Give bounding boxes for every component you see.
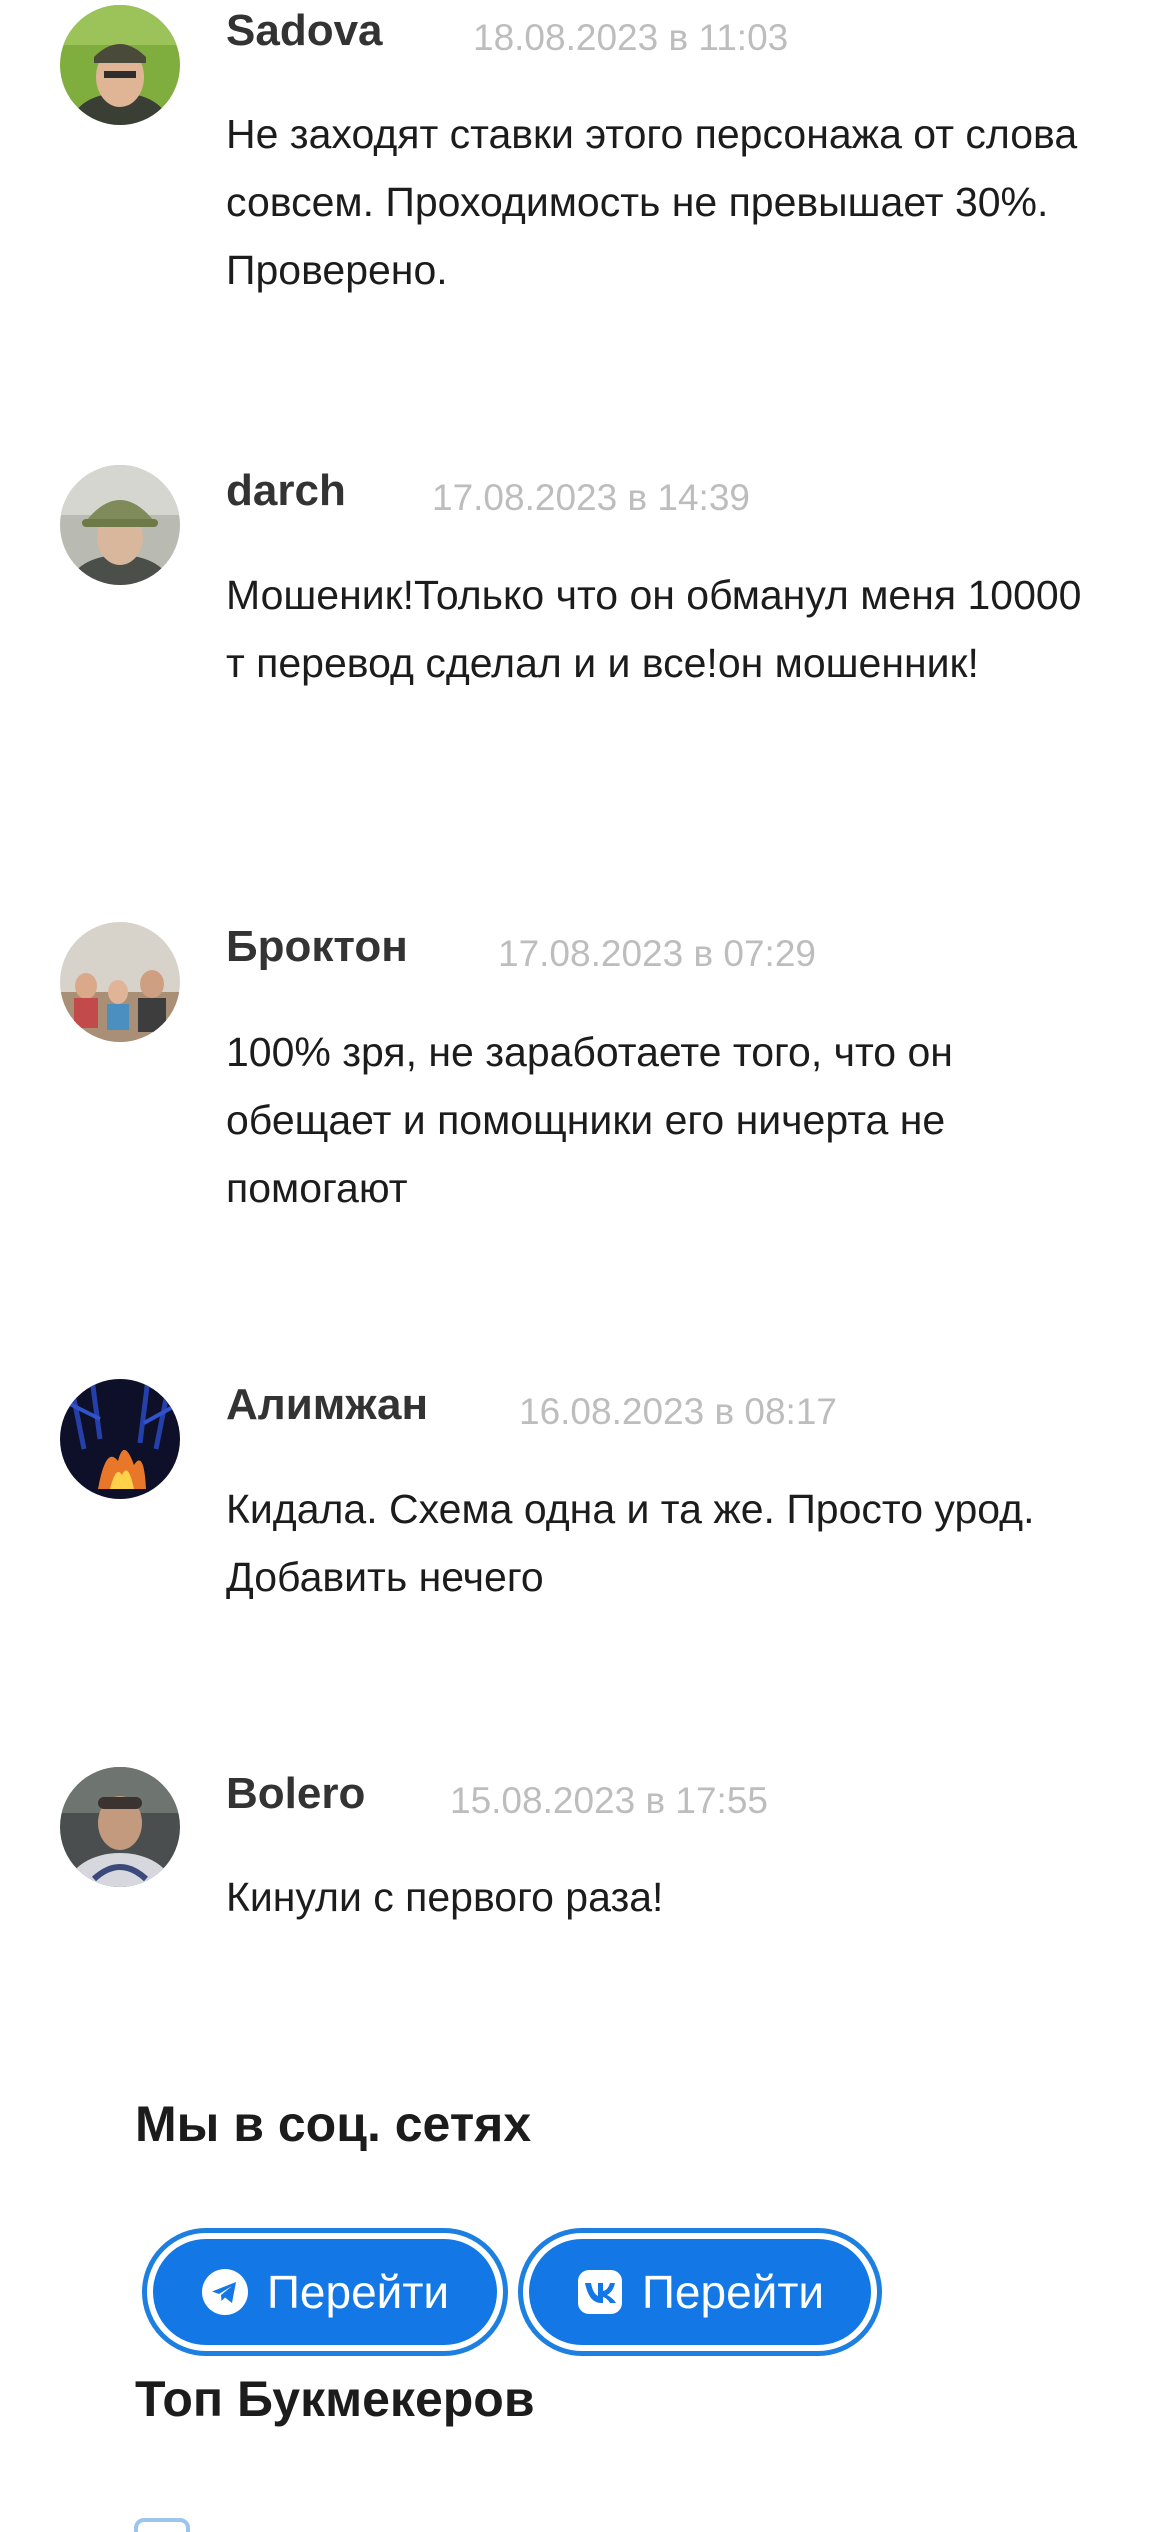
comment-author: Sadova: [226, 6, 383, 55]
comment-date: 17.08.2023 в 07:29: [498, 933, 816, 974]
comment-text: 100% зря, не заработаете того, что он об…: [226, 1029, 953, 1211]
comment-text: Мошеник!Только что он обманул меня 10000…: [226, 572, 1082, 686]
comment-author: Алимжан: [226, 1380, 429, 1429]
comment-text: Кидала. Схема одна и та же. Просто урод.…: [226, 1486, 1035, 1600]
comment-date: 18.08.2023 в 11:03: [473, 17, 789, 58]
avatar[interactable]: [60, 1767, 180, 1887]
avatar[interactable]: [60, 465, 180, 585]
page: Sadova 18.08.2023 в 11:03 Не заходят ста…: [0, 0, 1170, 2532]
bookmakers-section-title: Топ Букмекеров: [135, 2371, 535, 2427]
telegram-button[interactable]: Перейти: [142, 2228, 508, 2356]
comment-date: 16.08.2023 в 08:17: [519, 1391, 837, 1432]
avatar[interactable]: [60, 5, 180, 125]
avatar[interactable]: [60, 922, 180, 1042]
telegram-icon: [201, 2269, 248, 2315]
comment-text: Кинули с первого раза!: [226, 1874, 664, 1920]
bookmaker-checkbox[interactable]: [134, 2518, 190, 2532]
comment-date: 15.08.2023 в 17:55: [450, 1780, 768, 1821]
comment-date: 17.08.2023 в 14:39: [432, 477, 750, 518]
vk-button[interactable]: Перейти: [518, 2228, 882, 2356]
social-section-title: Мы в соц. сетях: [135, 2096, 532, 2152]
telegram-button-label: Перейти: [266, 2266, 450, 2318]
comment-author: Bolero: [226, 1769, 366, 1818]
avatar[interactable]: [60, 1379, 180, 1499]
comment-text: Не заходят ставки этого персонажа от сло…: [226, 111, 1078, 293]
comment-author: Броктон: [226, 922, 408, 971]
comment-author: darch: [226, 466, 346, 515]
vk-icon: [577, 2270, 622, 2314]
vk-button-label: Перейти: [641, 2266, 825, 2318]
